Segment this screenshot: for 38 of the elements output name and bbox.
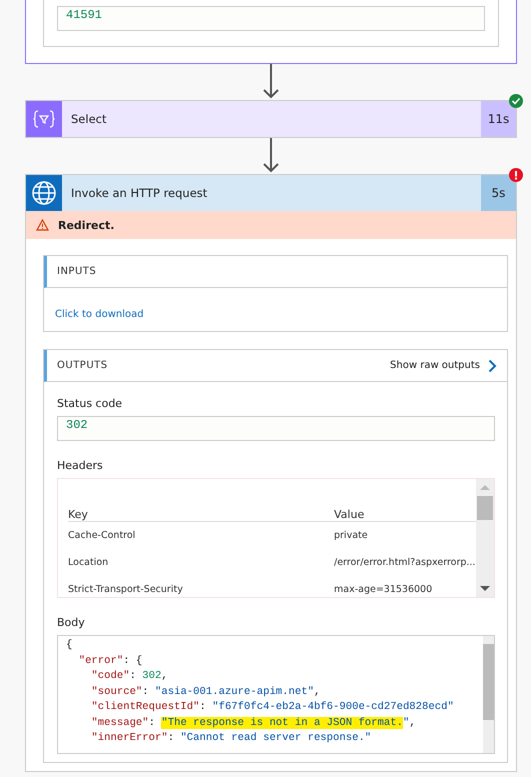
duration-label: 5s [481, 175, 516, 211]
braces-filter-icon [33, 110, 55, 128]
field-label: Headers [57, 459, 104, 472]
chevron-right-icon[interactable] [488, 358, 497, 372]
field-label: Status code [57, 397, 124, 410]
error-message: Redirect. [58, 218, 114, 232]
code-line: { [66, 638, 74, 653]
table-cell: /error/error.html?aspxerrorp... [334, 557, 476, 568]
globe-icon [32, 181, 56, 205]
step-title: Select [70, 111, 108, 128]
scrollbar[interactable] [476, 479, 494, 597]
code-line: "source": "asia-001.azure-apim.net", [90, 684, 322, 700]
value-field: 41591 [57, 6, 485, 31]
step-header[interactable]: Invoke an HTTP request 5s [26, 175, 516, 211]
table-cell-text: Strict-Transport-Security [68, 584, 184, 595]
code-line: "code": 302, [90, 669, 169, 684]
panel-heading: INPUTS [57, 266, 98, 277]
table-cell: max-age=31536000 [334, 584, 432, 595]
show-raw-outputs-link[interactable]: Show raw outputs [390, 360, 480, 371]
code-line: "clientRequestId": "f67f0fc4-eb2a-4bf6-900e-cd27ed828ecd" [90, 700, 455, 715]
column-header: Value [334, 508, 364, 521]
down-arrow-icon [262, 138, 280, 174]
table-cell: private [334, 530, 368, 541]
field-label: Body [57, 616, 86, 629]
panel-heading: OUTPUTS [57, 360, 109, 371]
download-link[interactable]: Click to download [55, 309, 144, 320]
column-header: Key [68, 508, 89, 521]
code-line: "error": { [78, 654, 144, 668]
step-title: Invoke an HTTP request [70, 185, 208, 202]
down-arrow-icon [262, 64, 280, 100]
code-line: "innerError": "Cannot read server response." [90, 731, 372, 746]
warning-icon [36, 219, 49, 231]
table-cell-text: Location [68, 557, 110, 568]
duration-label: 11s [481, 101, 516, 137]
scrollbar[interactable] [483, 636, 494, 753]
status-code-field: 302 [57, 416, 495, 441]
step-header[interactable]: Select 11s [26, 101, 516, 137]
table-cell-text: Cache-Control [68, 530, 136, 541]
